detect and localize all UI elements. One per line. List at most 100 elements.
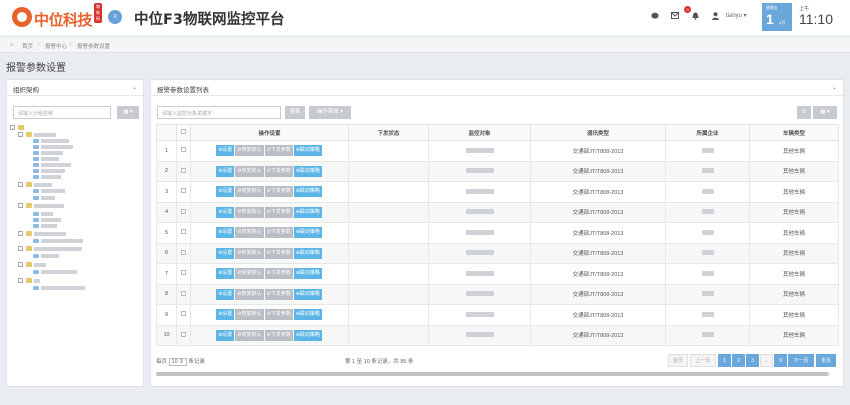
row-checkbox[interactable] [181, 188, 186, 194]
settings-button[interactable]: ⊕设置 [216, 145, 235, 157]
row-select-cell[interactable] [176, 263, 191, 285]
row-select-cell[interactable] [176, 304, 191, 326]
linkage-strategy-button[interactable]: ⊕联动策略 [293, 186, 322, 198]
settings-button[interactable]: ⊕设置 [216, 206, 235, 218]
restore-default-button[interactable]: ⊘恢复默认 [235, 206, 264, 218]
row-checkbox[interactable] [181, 229, 186, 235]
tree-expand-icon[interactable]: - [18, 246, 23, 251]
issue-params-button[interactable]: ⊘下发参数 [264, 309, 293, 321]
pagination-page-3[interactable]: 3 [746, 354, 759, 367]
issue-params-button[interactable]: ⊘下发参数 [264, 288, 293, 300]
restore-default-button[interactable]: ⊘恢复默认 [235, 165, 264, 177]
issue-params-button[interactable]: ⊘下发参数 [264, 268, 293, 280]
linkage-strategy-button[interactable]: ⊕联动策略 [293, 268, 322, 280]
row-select-cell[interactable] [176, 324, 191, 346]
vehicle-search-input[interactable]: 请输入监控对象关键字 [157, 106, 281, 119]
restore-default-button[interactable]: ⊘恢复默认 [235, 145, 264, 157]
restore-default-button[interactable]: ⊘恢复默认 [235, 227, 264, 239]
bell-icon[interactable] [690, 12, 700, 22]
org-search-input[interactable]: 请输入分组名称 [13, 106, 111, 119]
column-header-select-all[interactable] [176, 124, 191, 141]
pagination-prev[interactable]: 上一页 [690, 354, 716, 367]
pagination-page-1[interactable]: 1 [718, 354, 731, 367]
menu-toggle-icon[interactable]: ≡ [108, 10, 122, 24]
column-toggle-button[interactable]: ▦ ▾ [813, 106, 837, 119]
tree-expand-icon[interactable]: - [18, 182, 23, 187]
row-select-cell[interactable] [176, 160, 191, 182]
issue-params-button[interactable]: ⊘下发参数 [264, 247, 293, 259]
column-header-actions[interactable]: 操作设置 [190, 124, 349, 141]
row-select-cell[interactable] [176, 181, 191, 203]
restore-default-button[interactable]: ⊘恢复默认 [235, 186, 264, 198]
column-header-monitor-object[interactable]: 监控对象 [428, 124, 531, 141]
home-icon[interactable]: ⌂ [10, 42, 13, 48]
chevron-down-icon[interactable]: ⌄ [132, 84, 137, 91]
mail-icon[interactable] [670, 12, 680, 22]
settings-button[interactable]: ⊕设置 [216, 288, 235, 300]
chat-icon[interactable] [650, 12, 660, 22]
settings-button[interactable]: ⊕设置 [216, 309, 235, 321]
row-checkbox[interactable] [181, 290, 186, 296]
tree-expand-icon[interactable]: - [18, 278, 23, 283]
restore-default-button[interactable]: ⊘恢复默认 [235, 268, 264, 280]
settings-button[interactable]: ⊕设置 [216, 329, 235, 341]
row-select-cell[interactable] [176, 283, 191, 305]
row-select-cell[interactable] [176, 242, 191, 264]
row-select-cell[interactable] [176, 140, 191, 162]
search-button[interactable]: 搜索 [285, 106, 305, 119]
linkage-strategy-button[interactable]: ⊕联动策略 [293, 227, 322, 239]
settings-button[interactable]: ⊕设置 [216, 268, 235, 280]
tree-expand-icon[interactable]: - [18, 203, 23, 208]
issue-params-button[interactable]: ⊘下发参数 [264, 145, 293, 157]
breadcrumb-parent[interactable]: 报警中心 [45, 42, 67, 50]
pagination-page-2[interactable]: 2 [732, 354, 745, 367]
issue-params-button[interactable]: ⊘下发参数 [264, 165, 293, 177]
scrollbar-thumb[interactable] [156, 372, 828, 376]
batch-menu-button[interactable]: 操作菜单 ▾ [309, 106, 351, 119]
select-all-checkbox[interactable] [181, 129, 186, 134]
row-select-cell[interactable] [176, 222, 191, 244]
settings-button[interactable]: ⊕设置 [216, 247, 235, 259]
row-checkbox[interactable] [181, 249, 186, 255]
user-name-dropdown[interactable]: tianyu ▾ [726, 12, 747, 19]
column-header-issue-status[interactable]: 下发状态 [348, 124, 429, 141]
column-header-protocol[interactable]: 通讯类型 [530, 124, 666, 141]
linkage-strategy-button[interactable]: ⊕联动策略 [293, 145, 322, 157]
row-checkbox[interactable] [181, 147, 186, 153]
tree-expand-icon[interactable]: - [10, 125, 15, 130]
pagination-first[interactable]: 首页 [668, 354, 688, 367]
column-header-company[interactable]: 所属企业 [665, 124, 750, 141]
org-tree-options-button[interactable]: ▦ ▾ [117, 106, 139, 119]
linkage-strategy-button[interactable]: ⊕联动策略 [293, 165, 322, 177]
issue-params-button[interactable]: ⊘下发参数 [264, 329, 293, 341]
tree-expand-icon[interactable]: - [18, 132, 23, 137]
row-select-cell[interactable] [176, 201, 191, 223]
settings-button[interactable]: ⊕设置 [216, 165, 235, 177]
issue-params-button[interactable]: ⊘下发参数 [264, 186, 293, 198]
tree-expand-icon[interactable]: - [18, 231, 23, 236]
linkage-strategy-button[interactable]: ⊕联动策略 [293, 309, 322, 321]
user-icon[interactable] [710, 12, 720, 22]
settings-button[interactable]: ⊕设置 [216, 227, 235, 239]
tree-expand-icon[interactable]: - [18, 262, 23, 267]
settings-button[interactable]: ⊕设置 [216, 186, 235, 198]
chevron-down-icon[interactable]: ⌄ [832, 84, 837, 91]
pagination-next[interactable]: 下一页 [788, 354, 814, 367]
row-checkbox[interactable] [181, 167, 186, 173]
row-checkbox[interactable] [181, 311, 186, 317]
restore-default-button[interactable]: ⊘恢复默认 [235, 247, 264, 259]
pagination-last[interactable]: 末页 [816, 354, 836, 367]
restore-default-button[interactable]: ⊘恢复默认 [235, 288, 264, 300]
pagination-page-9[interactable]: 9 [774, 354, 787, 367]
restore-default-button[interactable]: ⊘恢复默认 [235, 309, 264, 321]
issue-params-button[interactable]: ⊘下发参数 [264, 227, 293, 239]
refresh-icon[interactable]: ⟳ [797, 106, 811, 119]
issue-params-button[interactable]: ⊘下发参数 [264, 206, 293, 218]
row-checkbox[interactable] [181, 270, 186, 276]
column-header-vehicle-type[interactable]: 车辆类型 [749, 124, 839, 141]
linkage-strategy-button[interactable]: ⊕联动策略 [293, 329, 322, 341]
row-checkbox[interactable] [181, 331, 186, 337]
restore-default-button[interactable]: ⊘恢复默认 [235, 329, 264, 341]
page-size-select[interactable]: 10 ⇕ [168, 358, 187, 366]
linkage-strategy-button[interactable]: ⊕联动策略 [293, 247, 322, 259]
